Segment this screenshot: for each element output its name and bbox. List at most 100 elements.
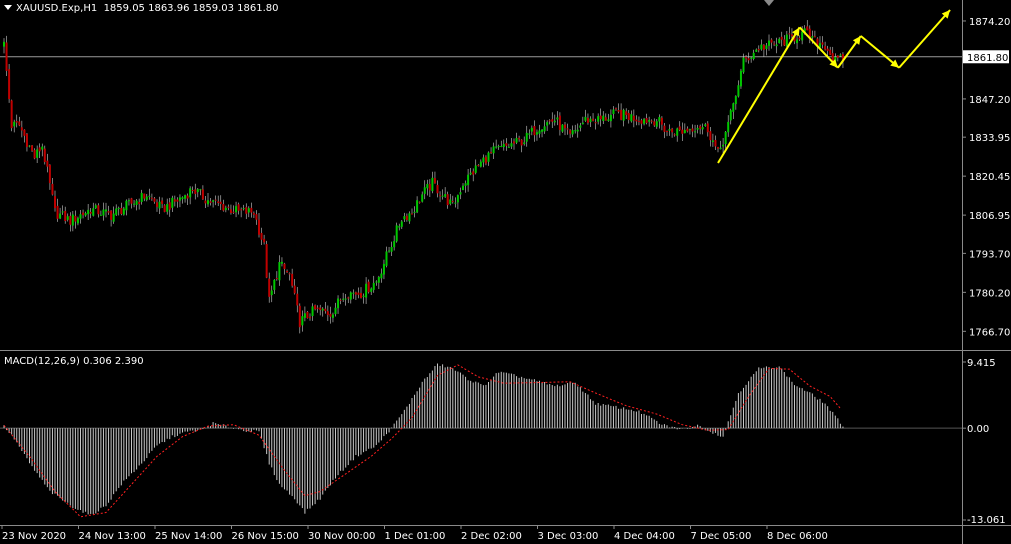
candle-body bbox=[581, 122, 584, 125]
chart-shift-marker[interactable] bbox=[764, 0, 774, 6]
candle-body bbox=[831, 53, 834, 61]
projection-arrows[interactable] bbox=[717, 9, 951, 164]
candle-body bbox=[484, 156, 487, 164]
candle-body bbox=[701, 127, 704, 130]
candle-body bbox=[836, 55, 839, 58]
candle-body bbox=[439, 195, 442, 197]
dropdown-triangle-icon[interactable] bbox=[4, 5, 12, 10]
candle-body bbox=[3, 41, 5, 47]
candle-body bbox=[607, 119, 610, 121]
candle-body bbox=[589, 118, 592, 123]
candle-body bbox=[398, 226, 401, 228]
candle-body bbox=[490, 152, 493, 154]
candle-body bbox=[423, 187, 426, 194]
candle-body bbox=[750, 57, 753, 59]
candle-body bbox=[464, 183, 467, 186]
candle-body bbox=[82, 212, 85, 216]
arrow-line[interactable] bbox=[898, 9, 951, 69]
candle-body bbox=[513, 141, 515, 144]
candle-body bbox=[229, 209, 232, 213]
candle-body bbox=[385, 251, 388, 266]
candle-body bbox=[648, 120, 651, 122]
candle-body bbox=[306, 311, 309, 319]
candle-body bbox=[240, 209, 243, 211]
candle-body bbox=[462, 185, 464, 191]
candle-body bbox=[722, 144, 725, 147]
arrow-line[interactable] bbox=[798, 26, 839, 69]
candle-body bbox=[105, 209, 107, 212]
time-tick-label: 4 Dec 04:00 bbox=[614, 531, 675, 542]
candle-body bbox=[620, 109, 623, 120]
candle-body bbox=[367, 281, 370, 293]
candle-body bbox=[362, 295, 365, 297]
candle-body bbox=[107, 211, 110, 213]
candle-body bbox=[469, 172, 472, 175]
candle-body bbox=[673, 134, 676, 136]
candle-body bbox=[235, 206, 238, 213]
candle-body bbox=[189, 188, 192, 198]
candle-body bbox=[518, 137, 521, 140]
candle-body bbox=[760, 44, 763, 50]
candle-body bbox=[655, 121, 658, 127]
candle-body bbox=[321, 308, 324, 311]
candle-body bbox=[622, 109, 625, 121]
candle-body bbox=[617, 110, 620, 112]
time-tick-label: 3 Dec 03:00 bbox=[538, 531, 599, 542]
candle-body bbox=[171, 197, 174, 208]
candle-body bbox=[773, 43, 776, 45]
candle-body bbox=[477, 165, 480, 167]
candle-body bbox=[163, 205, 166, 212]
candle-body bbox=[263, 238, 266, 243]
candle-body bbox=[400, 221, 403, 227]
candle-body bbox=[525, 132, 528, 142]
candle-body bbox=[382, 263, 385, 275]
candle-body bbox=[87, 209, 90, 215]
candle-body bbox=[370, 288, 373, 292]
candle-body bbox=[388, 250, 391, 252]
candle-body bbox=[61, 211, 64, 213]
candle-body bbox=[217, 201, 220, 203]
chart-canvas[interactable]: 1874.20 1847.20 1833.95 1820.45 1806.95 1793.… bbox=[0, 0, 1011, 544]
candle-body bbox=[117, 207, 120, 209]
candle-body bbox=[688, 129, 691, 131]
candle-body bbox=[301, 316, 304, 326]
candle-body bbox=[156, 202, 158, 207]
candle-body bbox=[742, 57, 745, 73]
candle-body bbox=[497, 146, 500, 148]
candle-body bbox=[293, 285, 296, 294]
candle-body bbox=[770, 39, 773, 43]
macd-axis: 9.415 0.00 -13.061 bbox=[962, 358, 1006, 526]
candle-body bbox=[615, 108, 617, 110]
candle-body bbox=[706, 123, 709, 133]
candle-body bbox=[365, 283, 368, 298]
candle-body bbox=[482, 157, 485, 163]
candle-body bbox=[280, 261, 283, 264]
candle-body bbox=[92, 208, 95, 216]
candle-body bbox=[194, 189, 197, 194]
candle-body bbox=[768, 40, 770, 46]
candle-body bbox=[89, 211, 92, 214]
candle-body bbox=[660, 117, 663, 125]
arrow-head[interactable] bbox=[852, 35, 861, 45]
candle-body bbox=[650, 120, 653, 122]
candle-body bbox=[604, 117, 607, 121]
candle-body bbox=[334, 307, 337, 315]
candle-body bbox=[54, 196, 56, 209]
candle-body bbox=[252, 213, 255, 215]
candle-body bbox=[173, 199, 176, 202]
candle-body bbox=[755, 49, 758, 52]
candle-body bbox=[8, 69, 11, 100]
candle-body bbox=[780, 36, 783, 40]
candle-body bbox=[691, 128, 694, 132]
candle-body bbox=[637, 121, 640, 123]
candle-body bbox=[653, 121, 656, 126]
candle-body bbox=[538, 130, 541, 134]
candle-body bbox=[97, 205, 100, 215]
candle-body bbox=[599, 115, 602, 120]
candle-body bbox=[303, 313, 306, 318]
candle-body bbox=[74, 215, 77, 222]
candle-body bbox=[757, 48, 760, 51]
candle-body bbox=[739, 70, 742, 87]
candle-body bbox=[783, 39, 786, 46]
candle-body bbox=[413, 211, 416, 213]
